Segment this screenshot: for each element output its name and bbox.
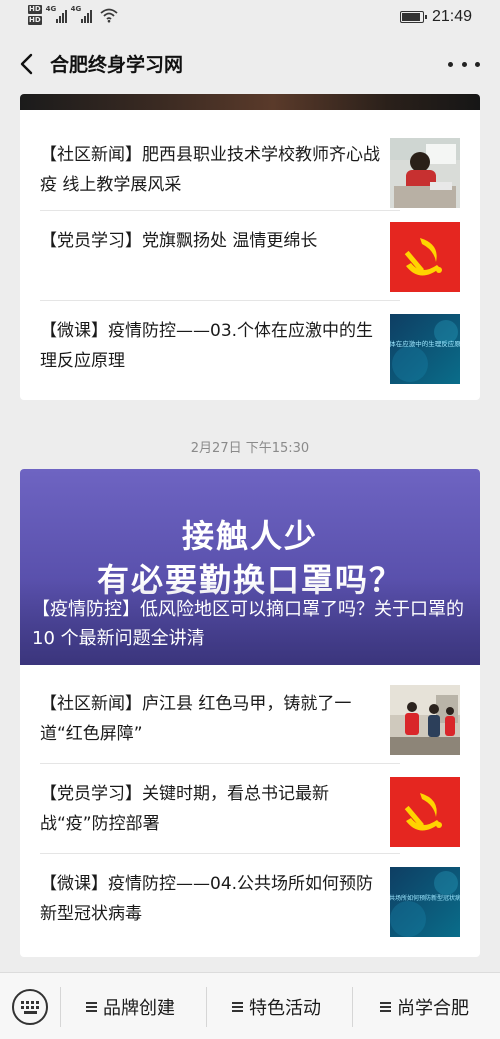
menu-icon (86, 1002, 97, 1012)
menu-tab-label: 特色活动 (249, 998, 321, 1019)
micro-lesson-video-thumbnail: 公共场所如何预防新型冠状病毒 (390, 867, 460, 937)
video-thumb-text: 个体在应激中的生理反应原理 (390, 339, 460, 348)
keyboard-icon[interactable] (12, 989, 48, 1025)
hero-article-cover[interactable]: 接触人少 有必要勤换口罩吗？ 【疫情防控】低风险地区可以摘口罩了吗？关于口罩的 … (20, 469, 480, 665)
network-type-label: 4G (70, 5, 82, 13)
video-thumb-text: 公共场所如何预防新型冠状病毒 (390, 894, 460, 902)
wifi-icon (100, 8, 118, 23)
article-group-card: 接触人少 有必要勤换口罩吗？ 【疫情防控】低风险地区可以摘口罩了吗？关于口罩的 … (20, 469, 480, 957)
menu-tab-brand[interactable]: 品牌创建 (86, 993, 175, 1021)
status-left: HD HD 4G 4G (28, 5, 118, 25)
battery-icon (399, 11, 427, 23)
hero-article-title: 【疫情防控】低风险地区可以摘口罩了吗？关于口罩的 10 个最新问题全讲清 (32, 599, 464, 649)
menu-tab-label: 品牌创建 (103, 998, 175, 1019)
article-item[interactable]: 【党员学习】关键时期，看总书记最新战“疫”防控部署 (40, 763, 460, 853)
article-item[interactable]: 【微课】疫情防控——03.个体在应激中的生理反应原理 个体在应激中的生理反应原理 (40, 300, 460, 390)
divider (60, 987, 61, 1027)
article-item[interactable]: 【社区新闻】肥西县职业技术学校教师齐心战疫 线上教学展风采 (40, 124, 460, 214)
community-photo-thumbnail (390, 685, 460, 755)
article-title: 【党员学习】关键时期，看总书记最新战“疫”防控部署 (40, 784, 329, 834)
micro-lesson-video-thumbnail: 个体在应激中的生理反应原理 (390, 314, 460, 384)
page-title: 合肥终身学习网 (50, 54, 184, 76)
hd-badge: HD (28, 16, 42, 25)
article-title: 【社区新闻】肥西县职业技术学校教师齐心战疫 线上教学展风采 (40, 145, 380, 195)
article-title: 【微课】疫情防控——03.个体在应激中的生理反应原理 (40, 321, 374, 371)
cell-signal-icon: 4G (46, 5, 67, 23)
bottom-menu-bar: 品牌创建 特色活动 尚学合肥 (0, 972, 500, 1039)
hd-badge: HD (28, 5, 42, 14)
nav-bar: 合肥终身学习网 (0, 34, 500, 94)
article-group-card: 【社区新闻】肥西县职业技术学校教师齐心战疫 线上教学展风采 【党员学习】党旗飘扬… (20, 94, 480, 400)
menu-tab-hefei[interactable]: 尚学合肥 (380, 993, 469, 1021)
article-title: 【社区新闻】庐江县 红色马甲，铸就了一道“红色屏障” (40, 694, 352, 744)
menu-tab-label: 尚学合肥 (397, 998, 469, 1019)
cell-signal-icon: 4G (71, 5, 92, 23)
article-item[interactable]: 【党员学习】党旗飘扬处 温情更绵长 (40, 210, 460, 300)
network-type-label: 4G (45, 5, 57, 13)
menu-icon (232, 1002, 243, 1012)
article-item[interactable]: 【社区新闻】庐江县 红色马甲，铸就了一道“红色屏障” (40, 673, 460, 763)
menu-tab-activities[interactable]: 特色活动 (232, 993, 321, 1021)
party-flag-thumbnail (390, 777, 460, 847)
timestamp-label: 2月27日 下午15:30 (190, 441, 310, 456)
article-title: 【党员学习】党旗飘扬处 温情更绵长 (40, 231, 318, 251)
article-item[interactable]: 【微课】疫情防控——04.公共场所如何预防新型冠状病毒 公共场所如何预防新型冠状… (40, 853, 460, 943)
hd-indicators: HD HD (28, 5, 42, 25)
party-flag-thumbnail (390, 222, 460, 292)
status-time: 21:49 (431, 8, 472, 25)
back-icon[interactable] (14, 48, 38, 80)
article-title: 【微课】疫情防控——04.公共场所如何预防新型冠状病毒 (40, 874, 374, 924)
divider (206, 987, 207, 1027)
teacher-photo-thumbnail (390, 138, 460, 208)
hero-headline-line1: 接触人少 (181, 517, 318, 555)
more-dots-icon[interactable] (448, 50, 480, 78)
divider (352, 987, 353, 1027)
menu-icon (380, 1002, 391, 1012)
previous-cover-image[interactable] (20, 94, 480, 110)
status-right: 21:49 (399, 8, 472, 26)
status-bar: HD HD 4G 4G 21:49 (0, 0, 500, 34)
